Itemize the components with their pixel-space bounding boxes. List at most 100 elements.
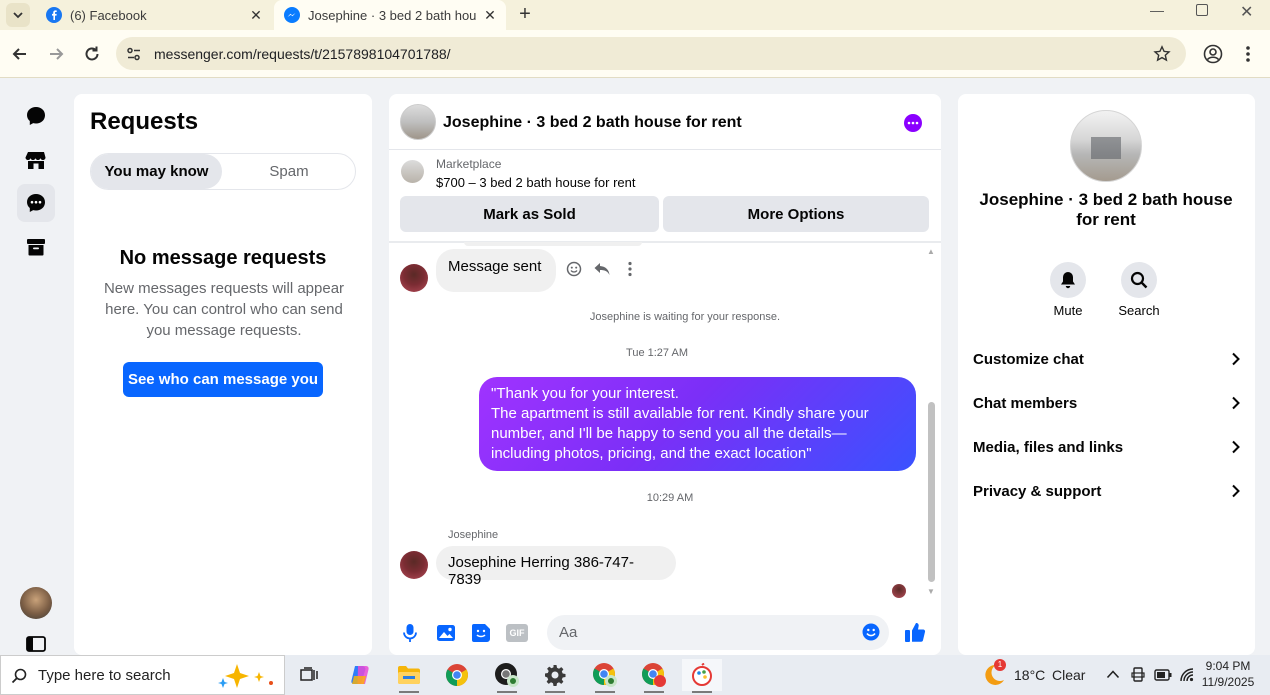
- react-emoji-icon[interactable]: [566, 261, 582, 277]
- wifi-icon[interactable]: [1179, 667, 1195, 683]
- close-icon[interactable]: ✕: [248, 7, 264, 23]
- menu-chat-members[interactable]: Chat members: [973, 388, 1241, 418]
- chrome-profile-icon: [593, 663, 617, 687]
- bell-icon: [1061, 272, 1075, 289]
- file-explorer-app[interactable]: [389, 659, 429, 693]
- chat-avatar[interactable]: [400, 104, 436, 140]
- emoji-icon[interactable]: [862, 623, 880, 641]
- messenger-left-nav: [0, 78, 73, 655]
- settings-app[interactable]: [535, 659, 575, 693]
- chrome-profile-3-app[interactable]: [634, 659, 674, 693]
- chevron-up-icon[interactable]: [1106, 669, 1120, 679]
- chrome-profile-icon: [642, 663, 666, 687]
- scroll-down-icon[interactable]: ▼: [927, 587, 935, 596]
- chrome-app[interactable]: [437, 659, 477, 691]
- image-icon[interactable]: [436, 624, 456, 642]
- site-settings-icon[interactable]: [126, 46, 142, 62]
- more-options-button[interactable]: More Options: [663, 196, 929, 232]
- search-icon: [1130, 271, 1148, 289]
- search-highlight-sparkle-icon: [218, 664, 273, 688]
- gif-icon[interactable]: GIF: [506, 624, 528, 642]
- weather-condition: Clear: [1052, 667, 1086, 683]
- weather-temperature: 18°C: [1014, 667, 1046, 683]
- tab-facebook[interactable]: (6) Facebook ✕: [36, 0, 272, 30]
- chrome-icon: [446, 664, 468, 686]
- sidebar-toggle-icon[interactable]: [26, 636, 46, 652]
- thumbs-up-icon[interactable]: [904, 621, 926, 643]
- search-conversation-button[interactable]: [1121, 262, 1157, 298]
- restore-button[interactable]: [1196, 4, 1208, 16]
- bookmark-star-icon[interactable]: [1153, 45, 1171, 63]
- weather-widget[interactable]: 1: [982, 659, 1006, 687]
- more-options-icon[interactable]: [903, 113, 923, 133]
- listing-title[interactable]: $700 – 3 bed 2 bath house for rent: [436, 175, 636, 190]
- task-view-button[interactable]: [289, 659, 329, 691]
- paint-icon: [692, 663, 712, 686]
- new-tab-button[interactable]: +: [514, 3, 536, 25]
- tab-search-button[interactable]: [6, 3, 30, 27]
- menu-kebab-icon[interactable]: [1245, 45, 1251, 63]
- message-more-icon[interactable]: [627, 261, 633, 277]
- sticker-icon[interactable]: [471, 623, 491, 643]
- chat-scrollbar[interactable]: ▲ ▼: [927, 247, 937, 597]
- user-avatar[interactable]: [20, 587, 52, 619]
- close-window-button[interactable]: ✕: [1240, 2, 1253, 22]
- tab-title: (6) Facebook: [70, 7, 147, 23]
- empty-state-text: New messages requests will appear here. …: [103, 280, 345, 339]
- system-clock[interactable]: 9:04 PM 11/9/2025: [1196, 658, 1260, 690]
- mark-as-sold-button[interactable]: Mark as Sold: [400, 196, 659, 232]
- copilot-app[interactable]: [340, 659, 380, 691]
- paint-app[interactable]: [682, 659, 722, 693]
- address-bar[interactable]: messenger.com/requests/t/215789810470178…: [116, 37, 1186, 70]
- nav-marketplace[interactable]: [17, 141, 55, 179]
- menu-customize-chat[interactable]: Customize chat: [973, 344, 1241, 374]
- tab-messenger[interactable]: Josephine · 3 bed 2 bath house ✕: [274, 0, 506, 30]
- seen-indicator-avatar: [892, 584, 906, 598]
- incoming-message-bubble[interactable]: Josephine Herring 386-747-7839: [436, 546, 676, 588]
- nav-chats[interactable]: [17, 97, 55, 135]
- chat-title[interactable]: Josephine · 3 bed 2 bath house for rent: [443, 114, 742, 132]
- tab-spam[interactable]: Spam: [224, 154, 354, 189]
- taskbar-search-box[interactable]: Type here to search: [0, 655, 285, 695]
- microphone-icon[interactable]: [402, 623, 418, 643]
- contact-avatar[interactable]: [400, 264, 428, 292]
- page-title: Requests: [90, 108, 199, 135]
- chrome-profile-2-app[interactable]: [585, 659, 625, 693]
- reply-icon[interactable]: [593, 261, 611, 277]
- forward-icon[interactable]: [46, 44, 66, 64]
- message-input[interactable]: Aa: [547, 615, 889, 650]
- timestamp: 10:29 AM: [646, 492, 694, 504]
- message-input-placeholder: Aa: [559, 624, 578, 641]
- menu-privacy-support[interactable]: Privacy & support: [973, 476, 1241, 506]
- clock-time: 9:04 PM: [1205, 659, 1251, 673]
- outgoing-message-bubble[interactable]: "Thank you for your interest. The apartm…: [479, 377, 916, 471]
- chevron-right-icon: [1232, 396, 1240, 410]
- profile-icon[interactable]: [1203, 44, 1223, 64]
- mute-button[interactable]: [1050, 262, 1086, 298]
- tab-you-may-know[interactable]: You may know: [91, 154, 222, 189]
- minimize-button[interactable]: —: [1150, 2, 1164, 18]
- menu-media-files-links[interactable]: Media, files and links: [973, 432, 1241, 462]
- nav-requests[interactable]: [17, 184, 55, 222]
- chrome-profile-icon: [495, 663, 519, 687]
- taskbar-search-placeholder: Type here to search: [38, 667, 171, 684]
- reload-icon[interactable]: [82, 44, 102, 64]
- nav-archive[interactable]: [17, 228, 55, 266]
- windows-taskbar: Type here to search 1 18°C Clear 9:04 PM…: [0, 655, 1270, 695]
- battery-icon[interactable]: [1154, 669, 1172, 681]
- requests-panel: Requests You may know Spam No message re…: [74, 94, 372, 655]
- scroll-up-icon[interactable]: ▲: [927, 247, 935, 256]
- back-icon[interactable]: [10, 44, 30, 64]
- chevron-right-icon: [1232, 484, 1240, 498]
- weather-badge: 1: [994, 659, 1006, 671]
- chrome-profile-app[interactable]: [487, 659, 527, 693]
- contact-avatar[interactable]: [400, 551, 428, 579]
- profile-avatar[interactable]: [1070, 110, 1142, 182]
- close-icon[interactable]: ✕: [482, 7, 498, 23]
- message-sent-bubble[interactable]: Message sent: [436, 249, 556, 292]
- see-who-can-message-button[interactable]: See who can message you: [123, 362, 323, 397]
- archive-icon: [27, 239, 45, 256]
- scrollbar-thumb[interactable]: [928, 402, 935, 582]
- copilot-icon: [351, 666, 369, 684]
- device-icon[interactable]: [1131, 667, 1145, 683]
